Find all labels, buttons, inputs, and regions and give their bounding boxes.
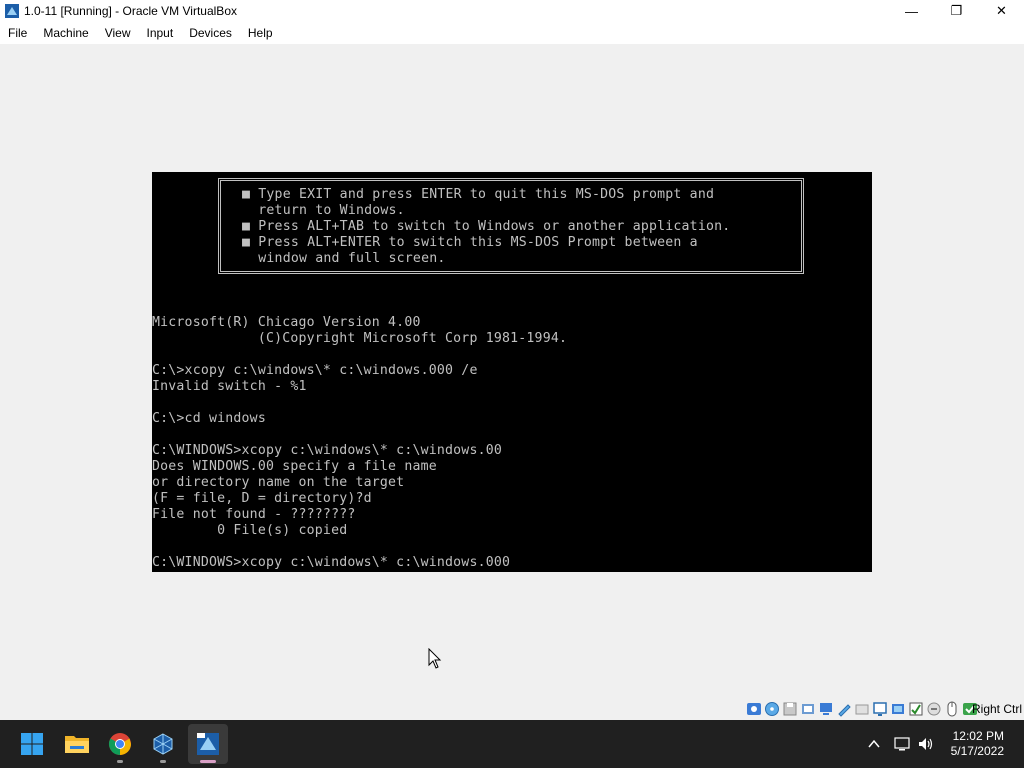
- menu-bar: File Machine View Input Devices Help: [0, 22, 1024, 44]
- optical-drive-icon[interactable]: [764, 701, 780, 717]
- menu-file[interactable]: File: [0, 22, 35, 44]
- dos-box-line: window and full screen.: [242, 251, 446, 266]
- virtualbox-app-icon: [5, 4, 19, 18]
- menu-view[interactable]: View: [97, 22, 139, 44]
- dos-box-line: ■ Type EXIT and press ENTER to quit this…: [242, 187, 715, 202]
- dos-box-line: ■ Press ALT+ENTER to switch this MS-DOS …: [242, 235, 698, 250]
- menu-devices[interactable]: Devices: [181, 22, 240, 44]
- clock-date: 5/17/2022: [950, 744, 1004, 758]
- dos-box-line: return to Windows.: [242, 203, 405, 218]
- windows-logo-icon: [21, 733, 43, 755]
- dos-output-line: (C)Copyright Microsoft Corp 1981-1994.: [152, 331, 568, 346]
- network-icon[interactable]: [894, 736, 910, 752]
- dos-output-line: C:\>cd windows: [152, 411, 266, 426]
- mouse-pointer-icon: [428, 648, 442, 669]
- virtualbox-manager-button[interactable]: [143, 724, 183, 764]
- virtualization-icon[interactable]: [926, 701, 942, 717]
- active-indicator: [200, 760, 216, 763]
- minimize-button[interactable]: —: [889, 0, 934, 22]
- restore-button[interactable]: ❐: [934, 0, 979, 22]
- menu-help[interactable]: Help: [240, 22, 281, 44]
- vm-window-button[interactable]: [188, 724, 228, 764]
- floppy-icon[interactable]: [782, 701, 798, 717]
- dos-console[interactable]: ■ Type EXIT and press ENTER to quit this…: [152, 172, 872, 572]
- menu-machine[interactable]: Machine: [35, 22, 96, 44]
- start-button[interactable]: [12, 724, 52, 764]
- vbox-status-bar: Right Ctrl: [0, 698, 1024, 720]
- show-hidden-icons-icon[interactable]: [866, 736, 882, 752]
- running-indicator: [117, 760, 123, 763]
- file-explorer-button[interactable]: [57, 724, 97, 764]
- window-title: 1.0-11 [Running] - Oracle VM VirtualBox: [24, 4, 237, 18]
- display-icon[interactable]: [872, 701, 888, 717]
- usb-icon[interactable]: [836, 701, 852, 717]
- dos-output-line: File not found - ????????: [152, 507, 356, 522]
- clock[interactable]: 12:02 PM 5/17/2022: [951, 729, 1004, 759]
- shared-folder-icon[interactable]: [854, 701, 870, 717]
- host-key-label: Right Ctrl: [971, 702, 1022, 716]
- clock-time: 12:02 PM: [952, 729, 1004, 743]
- audio-icon[interactable]: [800, 701, 816, 717]
- dos-box-line: ■ Press ALT+TAB to switch to Windows or …: [242, 219, 731, 234]
- dos-command-line[interactable]: C:\WINDOWS>xcopy c:\windows\* c:\windows…: [152, 555, 510, 571]
- dos-output-line: 0 File(s) copied: [152, 523, 348, 538]
- folder-icon: [65, 736, 89, 753]
- dos-output-line: Microsoft(R) Chicago Version 4.00: [152, 315, 421, 330]
- cpu-icon[interactable]: [908, 701, 924, 717]
- title-bar: 1.0-11 [Running] - Oracle VM VirtualBox …: [0, 0, 1024, 22]
- dos-output-line: Does WINDOWS.00 specify a file name: [152, 459, 437, 474]
- chrome-icon: [109, 733, 131, 755]
- dos-output-line: or directory name on the target: [152, 475, 405, 490]
- network-icon[interactable]: [818, 701, 834, 717]
- close-button[interactable]: ✕: [979, 0, 1024, 22]
- vm-display-area[interactable]: ■ Type EXIT and press ENTER to quit this…: [0, 44, 1024, 698]
- mouse-integration-icon[interactable]: [944, 701, 960, 717]
- volume-icon[interactable]: [918, 736, 934, 752]
- recording-icon[interactable]: [890, 701, 906, 717]
- chrome-button[interactable]: [100, 724, 140, 764]
- dos-output-line: C:\>xcopy c:\windows\* c:\windows.000 /e: [152, 363, 478, 378]
- dos-output-line: (F = file, D = directory)?d: [152, 491, 372, 506]
- menu-input[interactable]: Input: [139, 22, 182, 44]
- virtualbox-cube-icon: [153, 733, 173, 755]
- hard-disk-icon[interactable]: [746, 701, 762, 717]
- dos-output-line: Invalid switch - %1: [152, 379, 307, 394]
- vm-window-icon: [197, 733, 219, 755]
- taskbar: 12:02 PM 5/17/2022: [0, 720, 1024, 768]
- dos-output-line: C:\WINDOWS>xcopy c:\windows\* c:\windows…: [152, 443, 503, 458]
- running-indicator: [160, 760, 166, 763]
